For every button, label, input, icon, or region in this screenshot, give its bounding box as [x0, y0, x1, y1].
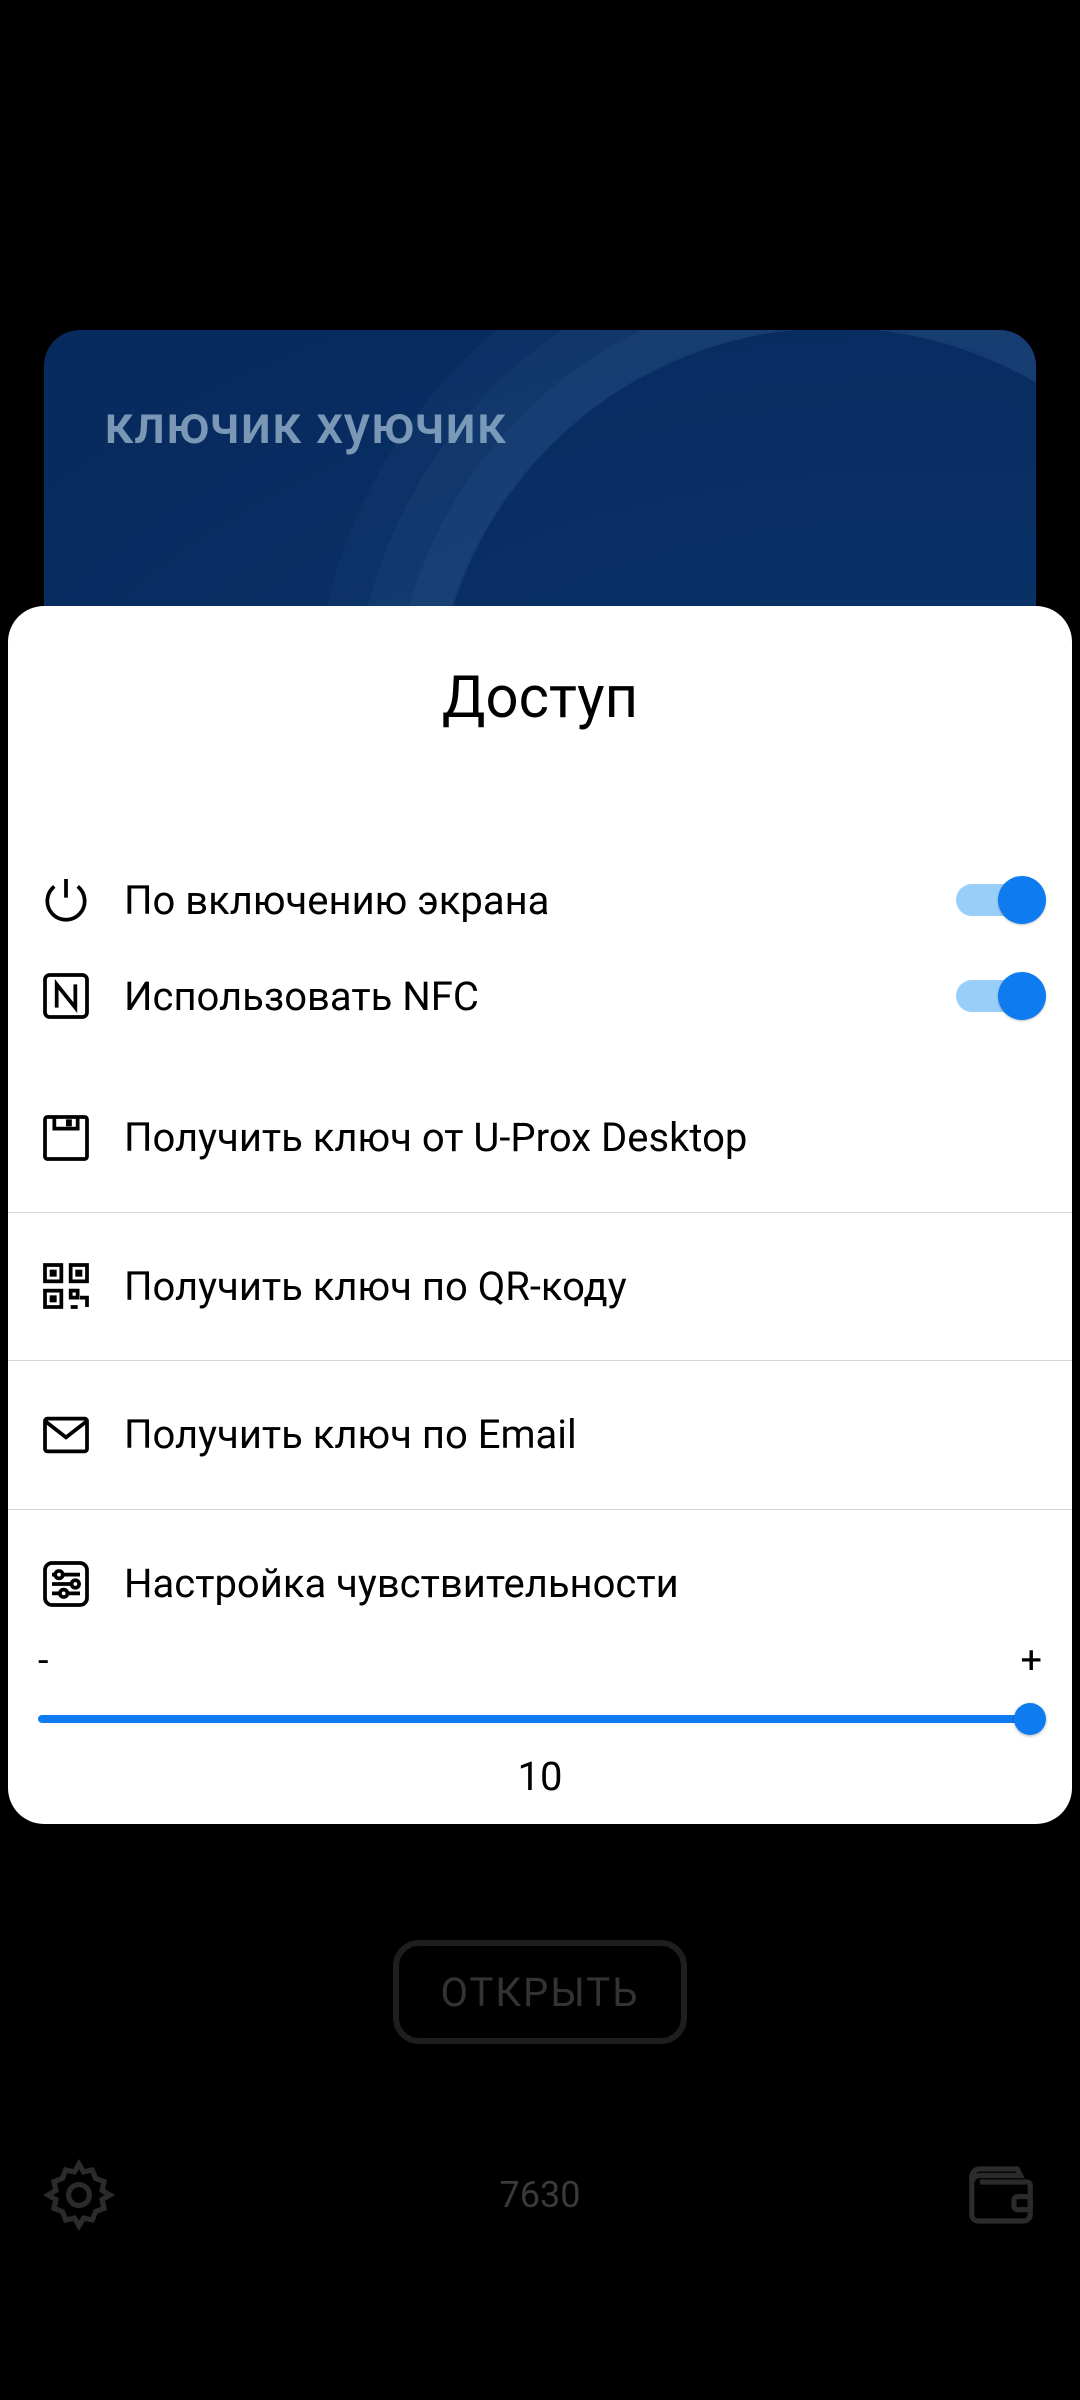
- slider-thumb[interactable]: [1014, 1703, 1046, 1735]
- row-label: Получить ключ по QR-коду: [124, 1263, 1042, 1310]
- access-sheet: Доступ По включению экрана Использовать …: [8, 606, 1072, 1824]
- row-key-desktop[interactable]: Получить ключ от U-Prox Desktop: [8, 1064, 1072, 1212]
- toggle-nfc[interactable]: [956, 972, 1042, 1020]
- open-button-label: ОТКРЫТЬ: [440, 1969, 639, 2016]
- toggle-screen-on[interactable]: [956, 876, 1042, 924]
- row-label: Использовать NFC: [124, 973, 956, 1020]
- sheet-title: Доступ: [8, 664, 1072, 732]
- slider-minus[interactable]: -: [38, 1639, 49, 1683]
- key-card-title: ключик хуючик: [104, 394, 976, 457]
- row-screen-on[interactable]: По включению экрана: [8, 852, 1072, 948]
- row-label: Получить ключ по Email: [124, 1411, 1042, 1458]
- mail-icon: [38, 1407, 94, 1463]
- row-key-qr[interactable]: Получить ключ по QR-коду: [8, 1212, 1072, 1360]
- screen: ключик хуючик Доступ По включению экрана: [0, 0, 1080, 2400]
- bottom-id: 7630: [500, 2174, 581, 2216]
- row-label: Получить ключ от U-Prox Desktop: [124, 1114, 1042, 1161]
- settings-icon[interactable]: [40, 2156, 118, 2234]
- qr-icon: [38, 1258, 94, 1314]
- open-button[interactable]: ОТКРЫТЬ: [393, 1940, 687, 2044]
- slider-value: 10: [38, 1753, 1042, 1800]
- sensitivity-slider-area: - + 10: [8, 1639, 1072, 1824]
- slider-plus[interactable]: +: [1020, 1639, 1042, 1683]
- row-nfc[interactable]: Использовать NFC: [8, 948, 1072, 1044]
- nfc-icon: [38, 968, 94, 1024]
- row-label: По включению экрана: [124, 877, 956, 924]
- power-icon: [38, 872, 94, 928]
- sliders-icon: [38, 1556, 94, 1612]
- bottom-bar: 7630: [0, 2150, 1080, 2240]
- save-icon: [38, 1110, 94, 1166]
- wallet-icon[interactable]: [962, 2156, 1040, 2234]
- row-label: Настройка чувствительности: [124, 1560, 1042, 1607]
- row-key-email[interactable]: Получить ключ по Email: [8, 1361, 1072, 1509]
- sensitivity-slider[interactable]: [38, 1701, 1042, 1735]
- row-sensitivity: Настройка чувствительности: [8, 1529, 1072, 1639]
